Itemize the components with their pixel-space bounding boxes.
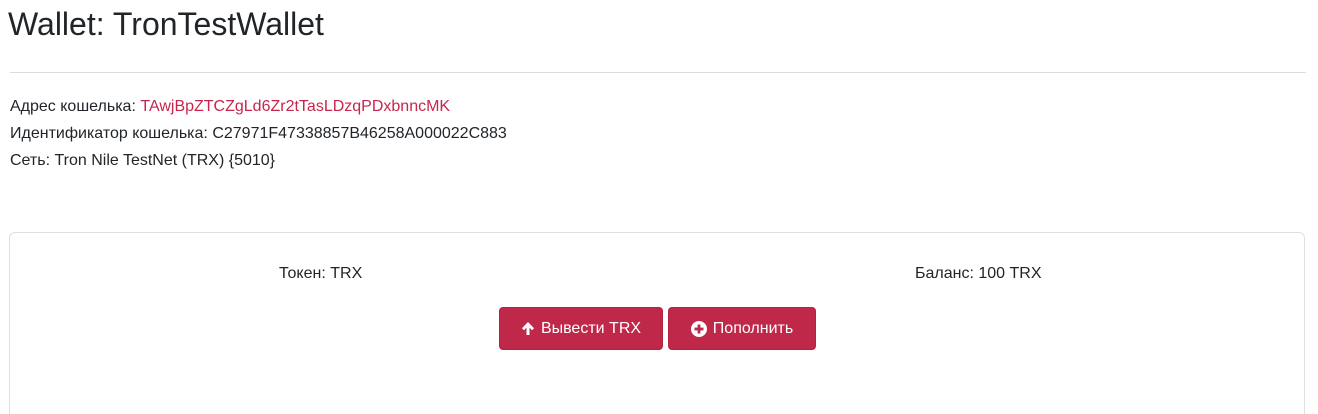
page-title: Wallet: TronTestWallet (8, 6, 324, 42)
wallet-id-label: Идентификатор кошелька: (10, 125, 208, 142)
wallet-page: Wallet: TronTestWallet Адрес кошелька: T… (0, 0, 1318, 414)
token-line: Токен: TRX (279, 262, 362, 286)
arrow-up-icon (521, 321, 535, 336)
wallet-info: Адрес кошелька: TAwjBpZTCZgLd6Zr2tTasLDz… (10, 93, 507, 174)
withdraw-button[interactable]: Вывести TRX (499, 307, 663, 350)
balance-value: 100 TRX (978, 265, 1042, 282)
wallet-id-value: C27971F47338857B46258A000022C883 (212, 125, 507, 142)
divider (10, 72, 1306, 73)
wallet-address-label: Адрес кошелька: (10, 98, 136, 115)
balance-line: Баланс: 100 TRX (915, 262, 1042, 286)
plus-circle-icon (690, 320, 707, 337)
topup-button[interactable]: Пополнить (668, 307, 816, 350)
wallet-address-value[interactable]: TAwjBpZTCZgLd6Zr2tTasLDzqPDxbnncMK (140, 98, 450, 115)
wallet-id-line: Идентификатор кошелька: C27971F47338857B… (10, 120, 507, 147)
wallet-network-value: Tron Nile TestNet (TRX) {5010} (54, 152, 276, 169)
wallet-network-line: Сеть: Tron Nile TestNet (TRX) {5010} (10, 147, 507, 174)
balance-label: Баланс: (915, 265, 974, 282)
token-value: TRX (330, 265, 363, 282)
withdraw-button-label: Вывести TRX (540, 319, 642, 337)
topup-button-label: Пополнить (712, 319, 794, 337)
token-label: Токен: (279, 265, 326, 282)
wallet-address-line: Адрес кошелька: TAwjBpZTCZgLd6Zr2tTasLDz… (10, 93, 507, 120)
wallet-network-label: Сеть: (10, 152, 51, 169)
